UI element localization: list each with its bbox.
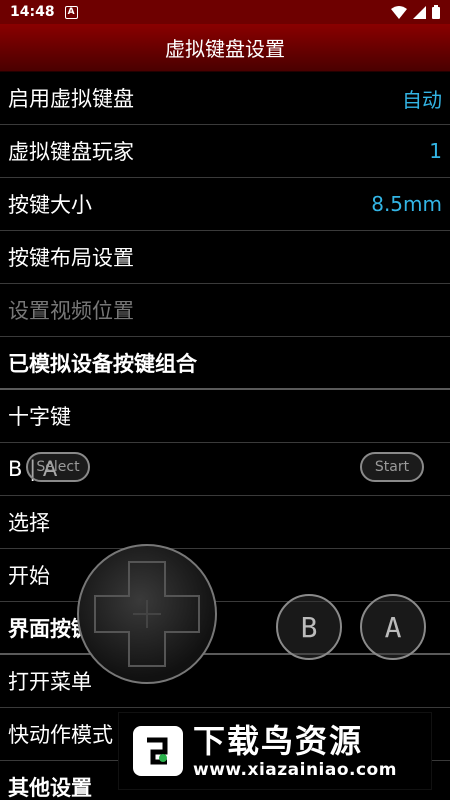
b-label: B [300,610,318,644]
setting-key-size[interactable]: 按键大小 8.5mm [0,178,450,231]
setting-value: 8.5mm [371,192,442,216]
virtual-dpad[interactable] [77,544,217,684]
watermark-url: www.xiazainiao.com [193,760,397,780]
setting-label: 启用虚拟键盘 [8,87,134,111]
setting-value: 自动 [402,87,442,112]
status-icons [391,5,440,19]
setting-key-layout[interactable]: 按键布局设置 [0,231,450,284]
select-label: Select [36,459,80,475]
bird-logo-icon [133,726,183,776]
setting-label: 开始 [8,564,50,588]
virtual-a-button[interactable]: A [360,594,426,660]
section-emulated-device-keys: 已模拟设备按键组合 [0,337,450,390]
setting-value: 1 [429,139,442,163]
setting-start[interactable]: 开始 [0,549,450,602]
setting-label: 虚拟键盘玩家 [8,140,134,164]
watermark-banner: 下载鸟资源 www.xiazainiao.com [118,712,432,790]
virtual-b-button[interactable]: B [276,594,342,660]
setting-video-position: 设置视频位置 [0,284,450,337]
settings-list: 启用虚拟键盘 自动 虚拟键盘玩家 1 按键大小 8.5mm 按键布局设置 设置视… [0,72,450,800]
setting-label: 设置视频位置 [8,299,134,323]
section-label: 已模拟设备按键组合 [8,351,197,376]
setting-label: 按键布局设置 [8,246,134,270]
status-bar: 14:48 A [0,0,450,24]
dpad-cross-icon [94,561,200,667]
setting-label: 按键大小 [8,193,92,217]
status-time: 14:48 [10,4,55,20]
setting-open-menu[interactable]: 打开菜单 [0,655,450,708]
setting-virtual-keyboard-player[interactable]: 虚拟键盘玩家 1 [0,125,450,178]
section-label: 其他设置 [8,775,92,800]
start-label: Start [374,459,410,475]
setting-dpad[interactable]: 十字键 [0,390,450,443]
signal-icon [413,5,426,19]
a-label: A [384,610,402,644]
battery-icon [432,5,440,19]
setting-label: 选择 [8,511,50,535]
bird-icon [147,737,168,765]
virtual-start-button[interactable]: Start [360,452,424,482]
setting-select[interactable]: 选择 [0,496,450,549]
setting-enable-virtual-keyboard[interactable]: 启用虚拟键盘 自动 [0,72,450,125]
setting-label: 十字键 [8,405,71,429]
page-title: 虚拟键盘设置 [165,37,285,61]
watermark-text: 下载鸟资源 www.xiazainiao.com [193,722,397,780]
virtual-select-button[interactable]: Select [26,452,90,482]
setting-label: 快动作模式 [8,723,113,747]
wifi-icon [391,5,407,19]
notification-icon: A [64,5,78,19]
watermark-title: 下载鸟资源 [193,722,364,760]
title-bar: 虚拟键盘设置 [0,24,450,72]
